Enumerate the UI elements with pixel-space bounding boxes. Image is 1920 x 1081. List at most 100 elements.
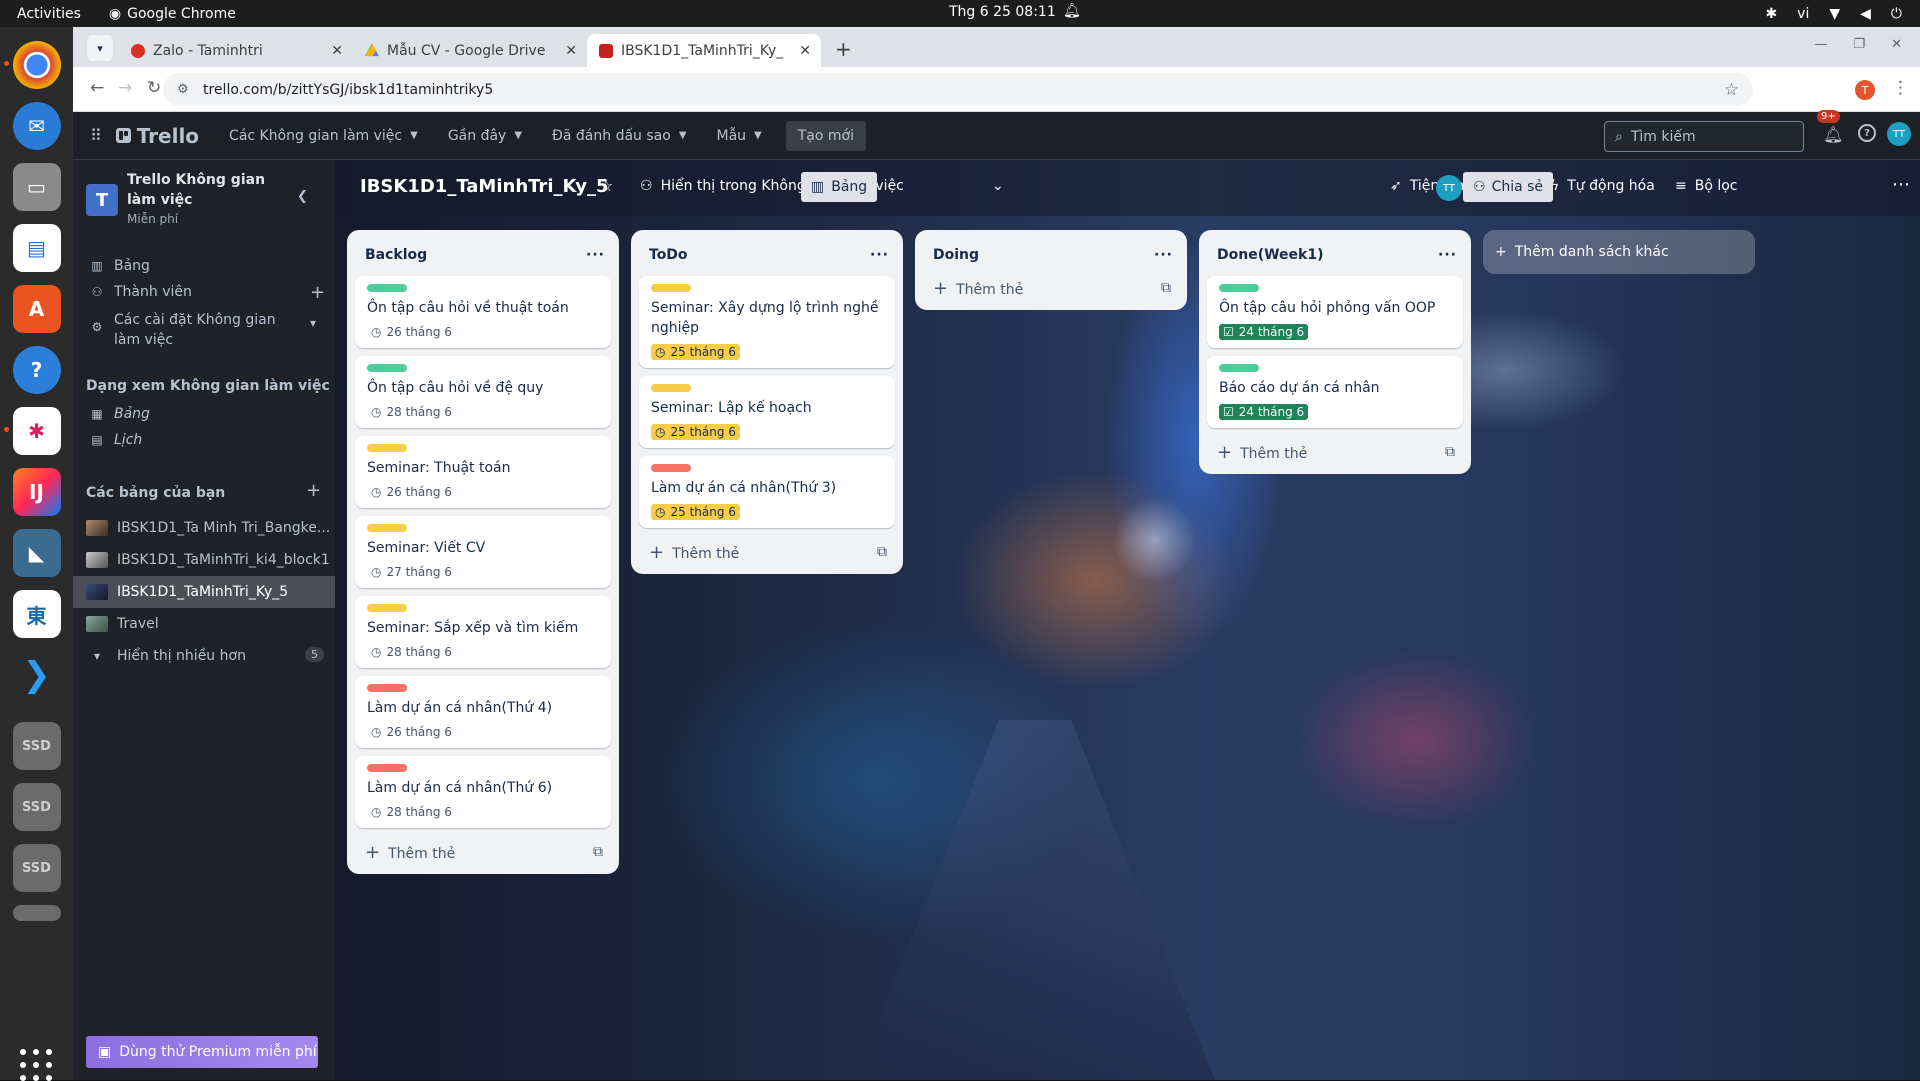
software-dock-icon[interactable]: A	[12, 285, 61, 333]
ssd-drive-icon[interactable]: SSD	[12, 844, 61, 892]
card[interactable]: Seminar: Sắp xếp và tìm kiếm ◷ 28 tháng 6	[355, 596, 611, 668]
browser-tab[interactable]: Zalo - Taminhtri ✕	[119, 34, 353, 67]
star-icon[interactable]: ☆	[599, 176, 613, 195]
forward-icon[interactable]: →	[118, 78, 132, 98]
trello-logo[interactable]: Trello	[115, 124, 199, 148]
card[interactable]: Seminar: Lập kế hoạch ◷ 25 tháng 6	[639, 376, 895, 448]
share-button[interactable]: ⚇ Chia sẻ	[1463, 172, 1554, 202]
add-card-button[interactable]: + Thêm thẻ ⧉	[639, 536, 895, 568]
card-label[interactable]	[367, 764, 407, 772]
card-label[interactable]	[1219, 364, 1259, 372]
list-menu-icon[interactable]: ···	[586, 247, 605, 263]
app-switcher-icon[interactable]: ⠿	[90, 126, 102, 145]
writer-dock-icon[interactable]: ▤	[12, 224, 61, 272]
due-date-badge[interactable]: ◷ 26 tháng 6	[367, 324, 456, 340]
kebab-menu-icon[interactable]: ⋮	[1892, 78, 1909, 98]
card-label[interactable]	[367, 364, 407, 372]
due-date-badge[interactable]: ◷ 28 tháng 6	[367, 404, 456, 420]
due-date-badge[interactable]: ◷ 28 tháng 6	[367, 644, 456, 660]
card-label[interactable]	[367, 444, 407, 452]
tab-search-button[interactable]: ▾	[87, 35, 113, 61]
sidebar-view-calendar[interactable]: ▤ Lịch	[90, 432, 142, 448]
due-date-badge[interactable]: ◷ 28 tháng 6	[367, 804, 456, 820]
chevron-down-icon[interactable]: ▾	[310, 316, 316, 330]
add-list-button[interactable]: + Thêm danh sách khác	[1483, 230, 1755, 274]
files-dock-icon[interactable]: ▭	[12, 163, 61, 211]
card[interactable]: Ôn tập câu hỏi về thuật toán ◷ 26 tháng 6	[355, 276, 611, 348]
chrome-dock-icon[interactable]	[3, 41, 61, 89]
add-card-button[interactable]: + Thêm thẻ ⧉	[355, 836, 611, 868]
sidebar-board-item[interactable]: Travel	[73, 608, 335, 640]
card-label[interactable]	[367, 284, 407, 292]
card-label[interactable]	[367, 524, 407, 532]
sidebar-board-item-active[interactable]: IBSK1D1_TaMinhTri_Ky_5	[73, 576, 335, 608]
card[interactable]: Làm dự án cá nhân(Thứ 4) ◷ 26 tháng 6	[355, 676, 611, 748]
slack-tray-icon[interactable]: ✱	[1765, 6, 1777, 22]
card[interactable]: Làm dự án cá nhân(Thứ 3) ◷ 25 tháng 6	[639, 456, 895, 528]
templates-menu[interactable]: Mẫu ▼	[717, 128, 762, 144]
list-title[interactable]: Doing	[933, 247, 979, 263]
close-icon[interactable]: ✕	[799, 43, 811, 59]
sidebar-board-item[interactable]: IBSK1D1_Ta Minh Tri_Bangke...	[73, 512, 335, 544]
card[interactable]: Ôn tập câu hỏi về đệ quy ◷ 28 tháng 6	[355, 356, 611, 428]
activities-button[interactable]: Activities	[17, 6, 81, 22]
close-icon[interactable]: ✕	[565, 43, 577, 59]
card-template-icon[interactable]: ⧉	[877, 544, 887, 560]
vscode-dock-icon[interactable]: ❯	[13, 651, 61, 699]
due-date-badge[interactable]: ◷ 26 tháng 6	[367, 724, 456, 740]
browser-tab[interactable]: Mẫu CV - Google Drive ✕	[353, 34, 587, 67]
filter-button[interactable]: ≡ Bộ lọc	[1675, 178, 1738, 194]
board-member-avatar[interactable]: TT	[1436, 175, 1462, 201]
ssd-drive-icon[interactable]: SSD	[12, 722, 61, 770]
account-avatar[interactable]: TT	[1887, 122, 1911, 146]
reload-icon[interactable]: ↻	[147, 78, 161, 98]
back-icon[interactable]: ←	[90, 78, 104, 98]
card[interactable]: Seminar: Xây dựng lộ trình nghề nghiệp ◷ 2…	[639, 276, 895, 368]
card-template-icon[interactable]: ⧉	[1445, 444, 1455, 460]
card-label[interactable]	[1219, 284, 1259, 292]
help-dock-icon[interactable]: ?	[12, 346, 61, 394]
notifications-bell-icon[interactable]: 🔔︎	[1823, 125, 1843, 144]
language-indicator[interactable]: vi	[1797, 6, 1809, 22]
close-icon[interactable]: ✕	[331, 43, 343, 59]
profile-avatar[interactable]: T	[1855, 80, 1875, 100]
clock[interactable]: Thg 6 25 08:11	[949, 4, 1056, 20]
sidebar-item-members[interactable]: ⚇ Thành viên +	[90, 282, 325, 303]
automation-button[interactable]: ϟ Tự động hóa	[1550, 178, 1655, 194]
intellij-dock-icon[interactable]: IJ	[12, 468, 61, 516]
list-menu-icon[interactable]: ···	[1154, 247, 1173, 263]
browser-tab-active[interactable]: IBSK1D1_TaMinhTri_Ky_ ✕	[587, 34, 821, 67]
board-view-button[interactable]: ▥ Bảng	[801, 172, 878, 202]
restore-icon[interactable]: ❐	[1853, 37, 1865, 52]
add-card-button[interactable]: + Thêm thẻ ⧉	[923, 272, 1179, 304]
due-date-badge[interactable]: ◷ 25 tháng 6	[651, 424, 740, 440]
system-tray[interactable]: ✱ vi ▼ ◀︎ ⏻	[1765, 0, 1920, 27]
card[interactable]: Làm dự án cá nhân(Thứ 6) ◷ 28 tháng 6	[355, 756, 611, 828]
ssd-drive-icon[interactable]	[12, 905, 61, 921]
card-label[interactable]	[651, 464, 691, 472]
due-date-badge[interactable]: ◷ 25 tháng 6	[651, 504, 740, 520]
search-input[interactable]: ⌕ Tìm kiếm	[1604, 121, 1804, 152]
due-date-badge[interactable]: ◷ 25 tháng 6	[651, 344, 740, 360]
list-title[interactable]: ToDo	[649, 247, 688, 263]
card[interactable]: Seminar: Thuật toán ◷ 26 tháng 6	[355, 436, 611, 508]
slack-dock-icon[interactable]: ✱	[3, 407, 61, 455]
card[interactable]: Báo cáo dự án cá nhân ☑ 24 tháng 6	[1207, 356, 1463, 428]
list-menu-icon[interactable]: ···	[870, 247, 889, 263]
add-card-button[interactable]: + Thêm thẻ ⧉	[1207, 436, 1463, 468]
list-header[interactable]: Done(Week1) ···	[1207, 238, 1463, 272]
more-options-icon[interactable]: ⋯	[1892, 174, 1910, 195]
due-date-badge[interactable]: ☑ 24 tháng 6	[1219, 404, 1309, 420]
card-template-icon[interactable]: ⧉	[593, 844, 603, 860]
thunderbird-dock-icon[interactable]: ✉	[12, 102, 61, 150]
new-tab-button[interactable]: +	[835, 37, 852, 61]
chevron-down-icon[interactable]: ⌄	[992, 178, 1004, 194]
show-apps-icon[interactable]	[20, 1049, 52, 1081]
close-window-icon[interactable]: ✕	[1891, 37, 1902, 52]
mysql-workbench-dock-icon[interactable]: ◣	[12, 529, 61, 577]
due-date-badge[interactable]: ◷ 26 tháng 6	[367, 484, 456, 500]
list-header[interactable]: Doing ···	[923, 238, 1179, 272]
card[interactable]: Ôn tập câu hỏi phỏng vấn OOP ☑ 24 tháng 6	[1207, 276, 1463, 348]
try-premium-button[interactable]: ▣ Dùng thử Premium miễn phí	[86, 1036, 318, 1068]
card-label[interactable]	[651, 384, 691, 392]
